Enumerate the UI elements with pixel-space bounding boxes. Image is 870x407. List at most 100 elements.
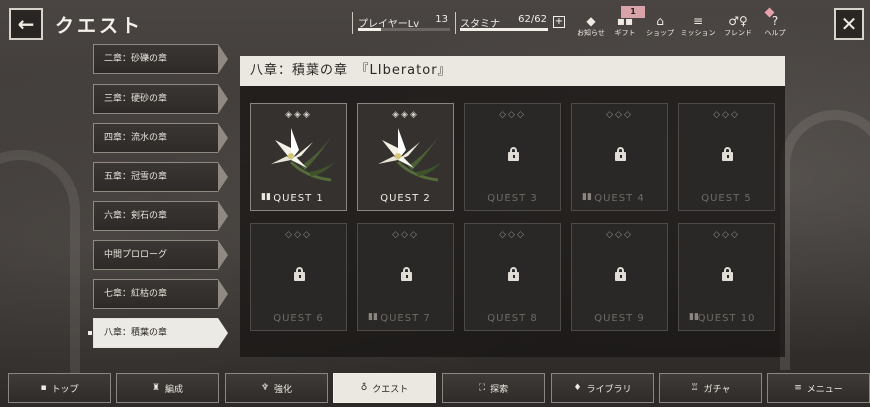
back-button[interactable]: ← [9, 8, 43, 40]
bottom-nav-top[interactable]: ▪ トップ [8, 373, 111, 403]
quest-icon: ♁ [360, 383, 368, 393]
quest-label: QUEST 2 [380, 193, 431, 204]
lock-icon [615, 147, 626, 161]
nav-news-label: お知らせ [577, 29, 605, 37]
lock-icon [508, 147, 519, 161]
quest-card-3[interactable]: ◇◇◇ QUEST 3 [464, 103, 561, 211]
active-chapter-marker [88, 331, 92, 335]
nav-friend-label: フレンド [724, 29, 752, 37]
quest-label: QUEST 10 [697, 313, 756, 324]
quest-card-6[interactable]: ◇◇◇ QUEST 6 [250, 223, 347, 331]
gift-icon: ▪▪ [616, 14, 634, 28]
stamina-plus-button[interactable]: + [553, 16, 565, 28]
header: ← クエスト プレイヤーLv 13 スタミナ 62/62 + 1 ◆ お知らせ … [0, 0, 870, 50]
formation-icon: ♜ [151, 383, 161, 393]
nav-news[interactable]: ◆ お知らせ [574, 14, 608, 44]
shop-icon: ⌂ [656, 14, 664, 28]
bottom-nav-formation-label: 編成 [165, 384, 184, 395]
quest-label: QUEST 6 [273, 313, 324, 324]
nav-mission-label: ミッション [680, 29, 716, 37]
lock-icon [294, 267, 305, 281]
lock-icon [401, 267, 412, 281]
nav-gift-label: ギフト [614, 29, 636, 37]
news-icon: ◆ [586, 14, 596, 28]
nav-mission[interactable]: ≡ ミッション [678, 14, 718, 44]
library-icon: ♦ [573, 383, 582, 393]
quest-card-5[interactable]: ◇◇◇ QUEST 5 [678, 103, 775, 211]
bottom-nav: ▪ トップ ♜ 編成 ♆ 強化 ♁ クエスト ⛶ 探索 ♦ ライブラリ ♖ ガチ… [8, 373, 870, 405]
bottom-nav-enhance[interactable]: ♆ 強化 [225, 373, 328, 403]
quest-rank-diamonds: ◇◇◇ [713, 110, 740, 120]
chapter-item-interlude[interactable]: 中間プロローグ [93, 240, 228, 270]
bottom-nav-library-label: ライブラリ [586, 384, 632, 395]
bottom-nav-formation[interactable]: ♜ 編成 [116, 373, 219, 403]
quest-label: QUEST 1 [273, 193, 324, 204]
gacha-icon: ♖ [690, 383, 699, 393]
nav-friend[interactable]: ♂♀ フレンド [718, 14, 758, 44]
chapter-item-4[interactable]: 四章：流水の章 [93, 123, 228, 153]
quest-card-9[interactable]: ◇◇◇ QUEST 9 [571, 223, 668, 331]
quest-rank-diamonds: ◇◇◇ [499, 110, 526, 120]
back-arrow-icon: ← [17, 12, 35, 36]
quest-card-8[interactable]: ◇◇◇ QUEST 8 [464, 223, 561, 331]
menu-icon: ≡ [794, 383, 802, 393]
bottom-nav-menu[interactable]: ≡ メニュー [767, 373, 870, 403]
background-arch [780, 110, 870, 370]
help-icon: ? [771, 14, 779, 28]
player-exp-bar [358, 28, 450, 31]
chapter-item-8[interactable]: 八章：積葉の章 [88, 318, 228, 348]
nav-help[interactable]: ? ヘルプ [758, 14, 792, 44]
lock-icon [722, 267, 733, 281]
background-arch-left [0, 150, 80, 380]
enhance-icon: ♆ [260, 383, 270, 393]
player-level-value: 13 [435, 14, 448, 25]
bottom-nav-explore[interactable]: ⛶ 探索 [442, 373, 545, 403]
quest-rank-diamonds: ◇◇◇ [392, 230, 419, 240]
quest-rank-diamonds: ◈◈◈ [392, 110, 419, 120]
lock-icon [722, 147, 733, 161]
top-nav: ◆ お知らせ ▪▪ ギフト ⌂ ショップ ≡ ミッション ♂♀ フレンド ? ヘ… [574, 14, 792, 44]
nav-shop-label: ショップ [646, 29, 674, 37]
quest-card-2[interactable]: ◈◈◈ QUEST 2 [357, 103, 454, 211]
quest-card-10[interactable]: ◇◇◇ ▮▮ QUEST 10 [678, 223, 775, 331]
quest-rank-diamonds: ◇◇◇ [285, 230, 312, 240]
bottom-nav-menu-label: メニュー [806, 384, 843, 395]
quest-label: QUEST 8 [487, 313, 538, 324]
bottom-nav-library[interactable]: ♦ ライブラリ [551, 373, 654, 403]
home-icon: ▪ [40, 383, 47, 393]
quest-label: QUEST 9 [594, 313, 645, 324]
close-button[interactable]: ✕ [834, 8, 864, 40]
nav-shop[interactable]: ⌂ ショップ [642, 14, 678, 44]
close-icon: ✕ [840, 12, 858, 36]
quest-panel: 八章：積葉の章 『LIberator』 ◈◈◈ ▮▮ QUEST 1 ◈◈◈ QUEST… [240, 56, 785, 357]
quest-card-1[interactable]: ◈◈◈ ▮▮ QUEST 1 [250, 103, 347, 211]
chapter-item-7[interactable]: 七章：紅枯の章 [93, 279, 228, 309]
bottom-nav-top-label: トップ [51, 384, 79, 395]
chapter-list: 二章：砂礫の章 三章：硬砂の章 四章：流水の章 五章：冠雪の章 六章：剣石の章 … [88, 44, 228, 359]
explore-icon: ⛶ [478, 383, 486, 393]
bottom-nav-gacha[interactable]: ♖ ガチャ [659, 373, 762, 403]
lock-icon [615, 267, 626, 281]
player-level-block: プレイヤーLv 13 [352, 12, 452, 34]
nav-gift[interactable]: ▪▪ ギフト [608, 14, 642, 44]
quest-rank-diamonds: ◇◇◇ [606, 110, 633, 120]
player-exp-bar-fill [358, 28, 381, 31]
chapter-item-5[interactable]: 五章：冠雪の章 [93, 162, 228, 192]
chapter-item-8-label: 八章：積葉の章 [104, 328, 168, 338]
quest-label: QUEST 7 [380, 313, 431, 324]
chapter-item-3[interactable]: 三章：硬砂の章 [93, 84, 228, 114]
quest-card-4[interactable]: ◇◇◇ ▮▮ QUEST 4 [571, 103, 668, 211]
bottom-nav-gacha-label: ガチャ [703, 384, 731, 395]
bottom-nav-explore-label: 探索 [490, 384, 509, 395]
quest-card-7[interactable]: ◇◇◇ ▮▮ QUEST 7 [357, 223, 454, 331]
mission-icon: ≡ [692, 14, 704, 28]
stamina-block: スタミナ 62/62 + [455, 12, 567, 34]
bottom-nav-quest[interactable]: ♁ クエスト [333, 373, 436, 403]
chapter-item-2[interactable]: 二章：砂礫の章 [93, 44, 228, 74]
page-title: クエスト [55, 15, 144, 37]
quest-rank-diamonds: ◇◇◇ [606, 230, 633, 240]
chapter-item-6[interactable]: 六章：剣石の章 [93, 201, 228, 231]
lily-flower-image [368, 122, 446, 186]
nav-help-label: ヘルプ [764, 29, 786, 37]
stamina-bar-fill [460, 28, 548, 31]
